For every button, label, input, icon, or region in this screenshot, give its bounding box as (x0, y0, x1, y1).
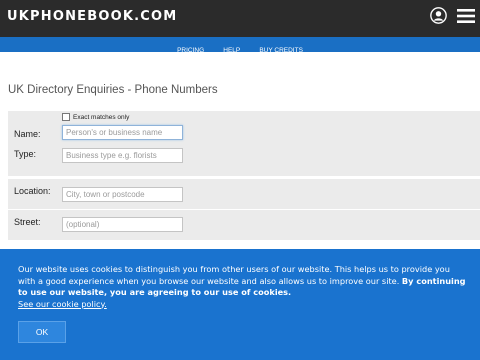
site-logo[interactable]: UKPHONEBOOK.COM (7, 9, 177, 24)
cookie-banner: Our website uses cookies to distinguish … (0, 249, 480, 360)
street-input[interactable]: (optional) (62, 217, 183, 232)
cookie-ok-button[interactable]: OK (18, 321, 66, 343)
cookie-message: Our website uses cookies to distinguish … (18, 264, 468, 310)
street-label: Street: (14, 217, 41, 227)
user-icon[interactable] (430, 7, 447, 24)
cookie-policy-link[interactable]: See our cookie policy. (18, 299, 107, 309)
name-input[interactable]: Person's or business name (62, 125, 183, 140)
type-label: Type: (14, 149, 37, 159)
hamburger-menu-icon[interactable] (457, 8, 475, 24)
exact-matches-checkbox[interactable] (62, 113, 70, 121)
type-input[interactable]: Business type e.g. florists (62, 148, 183, 163)
top-bar: UKPHONEBOOK.COM (0, 0, 480, 37)
cookie-text-plain: Our website uses cookies to distinguish … (18, 264, 450, 286)
name-type-panel: Exact matches only Name: Person's or bus… (8, 111, 480, 176)
page-title: UK Directory Enquiries - Phone Numbers (8, 84, 218, 96)
location-label: Location: (14, 186, 51, 196)
location-input[interactable]: City, town or postcode (62, 187, 183, 202)
name-label: Name: (14, 129, 41, 139)
exact-matches-label: Exact matches only (73, 114, 130, 121)
location-panel: Location: City, town or postcode (8, 179, 480, 209)
nav-bar: PRICING HELP BUY CREDITS (0, 37, 480, 54)
street-panel: Street: (optional) (8, 210, 480, 240)
